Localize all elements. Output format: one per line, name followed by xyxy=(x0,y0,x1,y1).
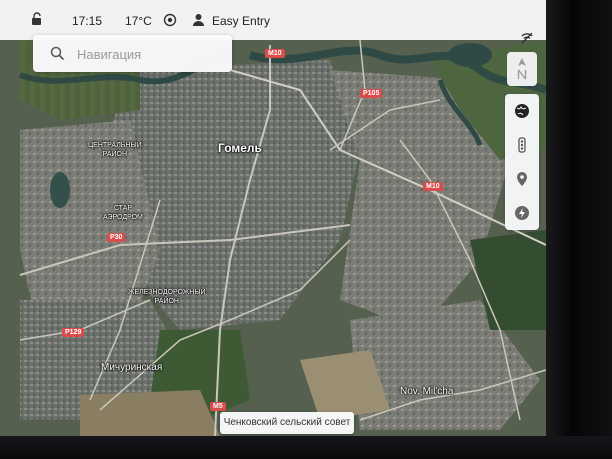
road-shield-p129: P129 xyxy=(62,328,85,337)
road-shield-m10: M10 xyxy=(265,49,285,58)
district-label-airport: СТАР АЭРОДРОМ xyxy=(103,204,143,222)
north-up-button[interactable] xyxy=(507,52,537,86)
city-label: Гомель xyxy=(218,141,262,155)
district-label-line: ЦЕНТРАЛЬНЫЙ xyxy=(88,142,142,149)
district-label-line: РАЙОН xyxy=(102,151,128,158)
satellite-toggle-button[interactable] xyxy=(505,94,539,128)
profile-icon[interactable] xyxy=(192,13,205,26)
location-pin-icon xyxy=(517,172,527,186)
sentry-icon[interactable] xyxy=(163,13,177,27)
globe-icon xyxy=(515,104,529,118)
town-label-michurinskaya: Мичуринская xyxy=(101,362,163,373)
navigation-search[interactable] xyxy=(33,35,232,72)
search-icon xyxy=(50,46,65,61)
place-name-popup[interactable]: Ченковский сельский совет xyxy=(220,412,354,434)
district-label-line: ЖЕЛЕЗНОДОРОЖНЫЙ xyxy=(128,289,206,296)
district-label-railway: ЖЕЛЕЗНОДОРОЖНЫЙ РАЙОН xyxy=(128,288,206,306)
district-label-central: ЦЕНТРАЛЬНЫЙ РАЙОН xyxy=(88,141,142,159)
search-input[interactable] xyxy=(77,44,227,64)
road-shield-p105: P105 xyxy=(360,89,383,98)
profile-name[interactable]: Easy Entry xyxy=(212,14,270,28)
district-label-line: АЭРОДРОМ xyxy=(103,214,143,221)
charging-bolt-icon xyxy=(515,206,529,220)
traffic-button[interactable] xyxy=(505,128,539,162)
district-label-line: РАЙОН xyxy=(154,298,179,305)
status-bar: 17:15 17°C Easy Entry xyxy=(0,0,546,40)
road-shield-m10: M10 xyxy=(423,182,443,191)
north-up-icon xyxy=(517,58,527,80)
road-shield-p30: P30 xyxy=(107,233,126,242)
road-shield-m5: M5 xyxy=(210,402,226,411)
map-screen[interactable]: Гомель ЦЕНТРАЛЬНЫЙ РАЙОН СТАР АЭРОДРОМ Ж… xyxy=(0,0,546,436)
location-button[interactable] xyxy=(505,162,539,196)
district-label-line: СТАР xyxy=(113,205,133,212)
traffic-icon xyxy=(518,137,526,153)
lock-icon[interactable] xyxy=(30,12,44,26)
clock-time: 17:15 xyxy=(72,14,103,28)
wifi-off-icon xyxy=(521,32,533,44)
outside-temperature: 17°C xyxy=(125,14,152,28)
screen-bezel xyxy=(546,0,612,459)
map-controls xyxy=(505,94,539,230)
screen-bezel xyxy=(0,436,612,459)
charging-button[interactable] xyxy=(505,196,539,230)
town-label-novmilcha: Nov. Mil'cha xyxy=(400,386,454,397)
